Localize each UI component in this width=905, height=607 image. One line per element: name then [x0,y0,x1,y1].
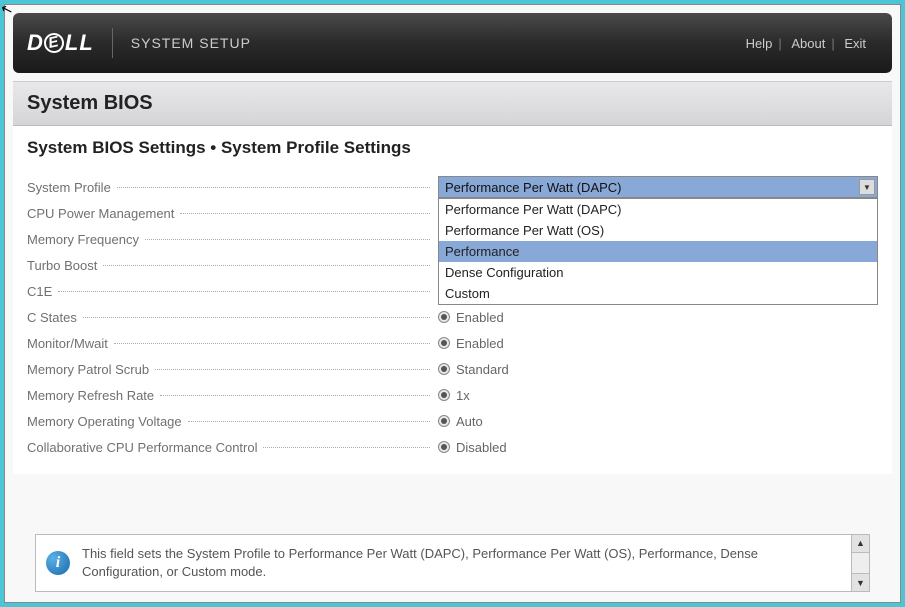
about-link[interactable]: About [785,36,831,51]
radio-icon[interactable] [438,441,450,453]
row-mem-voltage: Memory Operating Voltage Auto [27,408,878,434]
row-mem-refresh: Memory Refresh Rate 1x [27,382,878,408]
label-mem-voltage: Memory Operating Voltage [27,414,188,429]
exit-link[interactable]: Exit [838,36,872,51]
dotted-line [83,317,430,318]
value-text: Disabled [456,440,507,455]
dotted-line [160,395,430,396]
breadcrumb: System BIOS Settings • System Profile Se… [27,138,878,158]
dotted-line [145,239,430,240]
dotted-line [180,213,430,214]
help-scrollbar: ▲ ▼ [852,534,870,592]
label-memory-freq: Memory Frequency [27,232,145,247]
radio-icon[interactable] [438,363,450,375]
header-left: DELL SYSTEM SETUP [27,28,251,58]
row-mem-patrol: Memory Patrol Scrub Standard [27,356,878,382]
dotted-line [188,421,430,422]
cursor-icon: ↖ [0,0,15,19]
dotted-line [117,187,430,188]
dropdown-option[interactable]: Performance Per Watt (OS) [439,220,877,241]
dropdown-option[interactable]: Performance Per Watt (DAPC) [439,199,877,220]
value-mem-voltage: Auto [438,414,878,429]
label-c1e: C1E [27,284,58,299]
scroll-down-icon[interactable]: ▼ [852,573,869,591]
label-mem-refresh: Memory Refresh Rate [27,388,160,403]
radio-icon[interactable] [438,311,450,323]
header-bar: DELL SYSTEM SETUP Help| About| Exit [13,13,892,73]
dotted-line [263,447,430,448]
value-mem-patrol: Standard [438,362,878,377]
value-text: Auto [456,414,483,429]
header-divider [112,28,113,58]
chevron-down-icon[interactable]: ▼ [859,179,875,195]
help-text: This field sets the System Profile to Pe… [82,545,841,581]
row-monitor-mwait: Monitor/Mwait Enabled [27,330,878,356]
value-c-states: Enabled [438,310,878,325]
label-turbo-boost: Turbo Boost [27,258,103,273]
system-profile-select[interactable]: Performance Per Watt (DAPC) ▼ [438,176,878,198]
dotted-line [114,343,430,344]
label-c-states: C States [27,310,83,325]
bios-window: DELL SYSTEM SETUP Help| About| Exit Syst… [4,4,901,603]
label-cpu-power: CPU Power Management [27,206,180,221]
title-section: System BIOS [13,81,892,126]
label-mem-patrol: Memory Patrol Scrub [27,362,155,377]
dell-logo: DELL [27,30,94,56]
row-c-states: C States Enabled [27,304,878,330]
dropdown-option[interactable]: Dense Configuration [439,262,877,283]
radio-icon[interactable] [438,337,450,349]
value-text: Enabled [456,336,504,351]
header-title: SYSTEM SETUP [131,35,251,51]
label-collab-cpu: Collaborative CPU Performance Control [27,440,263,455]
dotted-line [58,291,430,292]
dotted-line [103,265,430,266]
content-area: System BIOS Settings • System Profile Se… [13,126,892,474]
value-text: 1x [456,388,470,403]
dropdown-option[interactable]: Performance [439,241,877,262]
value-text: Standard [456,362,509,377]
scroll-up-icon[interactable]: ▲ [852,535,869,553]
value-text: Enabled [456,310,504,325]
dotted-line [155,369,430,370]
label-monitor-mwait: Monitor/Mwait [27,336,114,351]
help-link[interactable]: Help [740,36,779,51]
system-profile-selected: Performance Per Watt (DAPC) [445,180,622,195]
system-profile-dropdown: Performance Per Watt (DAPC) Performance … [438,198,878,305]
value-collab-cpu: Disabled [438,440,878,455]
info-icon: i [46,551,70,575]
value-system-profile: Performance Per Watt (DAPC) ▼ Performanc… [438,176,878,198]
help-box: i This field sets the System Profile to … [35,534,870,592]
help-content: i This field sets the System Profile to … [35,534,852,592]
row-collab-cpu: Collaborative CPU Performance Control Di… [27,434,878,460]
radio-icon[interactable] [438,415,450,427]
page-title: System BIOS [27,92,878,115]
value-monitor-mwait: Enabled [438,336,878,351]
radio-icon[interactable] [438,389,450,401]
value-mem-refresh: 1x [438,388,878,403]
label-system-profile: System Profile [27,180,117,195]
dropdown-option[interactable]: Custom [439,283,877,304]
row-system-profile: System Profile Performance Per Watt (DAP… [27,174,878,200]
header-links: Help| About| Exit [740,36,872,51]
